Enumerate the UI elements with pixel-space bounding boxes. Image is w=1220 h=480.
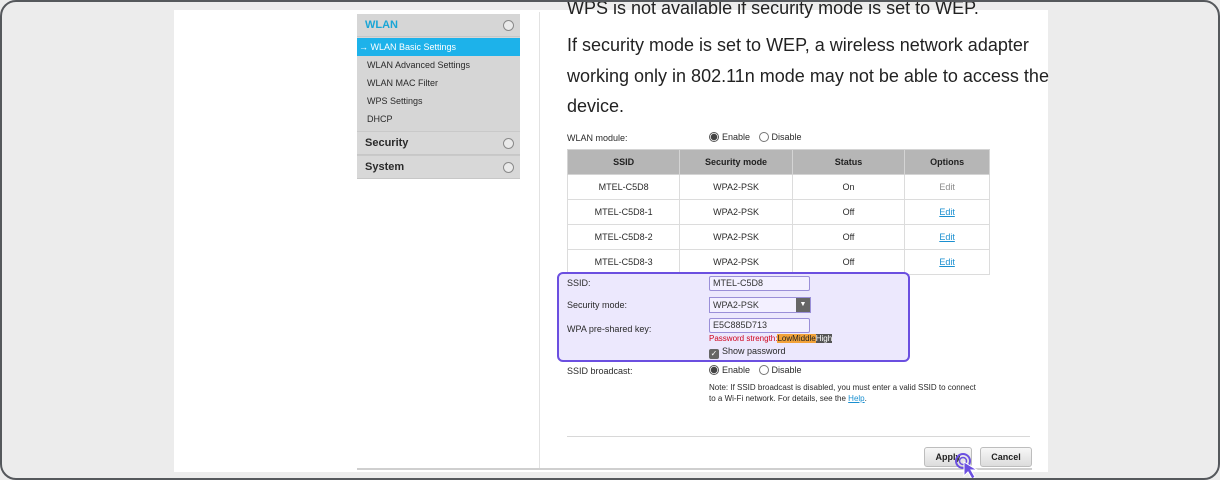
info-line-1: If security mode is set to WEP, a wirele… [567,35,1029,55]
security-mode-label: Security mode: [567,300,628,310]
info-line-3: device. [567,96,625,116]
security-mode-value: WPA2-PSK [713,300,759,310]
ssid-broadcast-enable-label: Enable [722,365,751,375]
table-row[interactable]: MTEL-C5D8-1 WPA2-PSK Off Edit [566,199,990,225]
sidebar-submenu: → WLAN Basic Settings WLAN Advanced Sett… [357,37,520,131]
password-strength-label: Password strength: [709,334,778,343]
checkbox-checked-icon[interactable]: ✓ [709,349,719,359]
wlan-module-label: WLAN module: [567,133,628,143]
ssid-label: SSID: [567,278,591,288]
wlan-module-disable-option[interactable]: Disable [758,132,802,142]
ssid-broadcast-disable-label: Disable [771,365,802,375]
wlan-module-radio-group: Enable Disable [709,132,808,142]
ssid-broadcast-note: Note: If SSID broadcast is disabled, you… [709,382,979,404]
sidebar-item-wlan-basic-settings[interactable]: → WLAN Basic Settings [357,38,520,56]
table-row[interactable]: MTEL-C5D8 WPA2-PSK On Edit [566,174,990,200]
expand-icon[interactable] [503,162,514,173]
cell-security-mode: WPA2-PSK [679,249,793,275]
cell-ssid: MTEL-C5D8-3 [566,249,681,275]
table-row[interactable]: MTEL-C5D8-3 WPA2-PSK Off Edit [566,249,990,275]
edit-link[interactable]: Edit [939,232,955,242]
edit-link[interactable]: Edit [939,207,955,217]
password-strength-meter: Password strength:LowMiddleHigh [709,334,833,343]
sidebar-section-system[interactable]: System [357,155,520,179]
sidebar-section-security-label: Security [365,137,409,149]
wlan-module-disable-label: Disable [771,132,802,142]
column-header-status: Status [791,149,906,175]
ssid-table: SSID Security mode Status Options MTEL-C… [566,149,990,275]
sidebar: WLAN → WLAN Basic Settings WLAN Advanced… [357,14,520,179]
note-text: Note: If SSID broadcast is disabled, you… [709,383,976,403]
cancel-button[interactable]: Cancel [980,447,1032,467]
edit-link[interactable]: Edit [939,257,955,267]
help-link[interactable]: Help [848,394,864,403]
sidebar-section-wlan-label: WLAN [365,19,398,31]
strength-low: Low [777,334,793,343]
sidebar-item-wlan-advanced-settings[interactable]: WLAN Advanced Settings [357,56,520,74]
radio-checked-icon[interactable] [709,132,719,142]
column-header-options: Options [904,149,990,175]
cell-ssid: MTEL-C5D8 [566,174,681,200]
wpa-key-label: WPA pre-shared key: [567,324,652,334]
radio-checked-icon[interactable] [709,365,719,375]
ssid-broadcast-label: SSID broadcast: [567,366,633,376]
info-line-cut: WPS is not available if security mode is… [567,0,979,18]
cell-status: On [791,174,906,200]
cell-status: Off [791,199,906,225]
radio-unchecked-icon[interactable] [758,365,769,375]
ssid-input[interactable]: MTEL-C5D8 [709,276,810,291]
bottom-divider [357,468,1032,470]
sidebar-divider [539,12,540,468]
strength-middle: Middle [792,334,816,343]
info-line-2: working only in 802.11n mode may not be … [567,66,1049,86]
ssid-broadcast-disable-option[interactable]: Disable [758,365,802,375]
sidebar-section-wlan[interactable]: WLAN [357,14,520,37]
ssid-broadcast-enable-option[interactable]: Enable [709,365,750,375]
screenshot-frame: WLAN → WLAN Basic Settings WLAN Advanced… [0,0,1220,480]
column-header-ssid: SSID [566,149,681,175]
cell-ssid: MTEL-C5D8-2 [566,224,681,250]
table-header-row: SSID Security mode Status Options [566,149,990,175]
edit-label-disabled: Edit [904,174,990,200]
sidebar-item-dhcp[interactable]: DHCP [357,110,520,128]
cell-options: Edit [904,249,990,275]
cell-options: Edit [904,224,990,250]
show-password-label: Show password [722,346,786,356]
dropdown-arrow-icon[interactable]: ▼ [796,298,810,312]
cell-security-mode: WPA2-PSK [679,224,793,250]
radio-unchecked-icon[interactable] [758,132,769,142]
collapse-icon[interactable] [503,20,514,31]
wlan-module-enable-option[interactable]: Enable [709,132,750,142]
sidebar-item-wps-settings[interactable]: WPS Settings [357,92,520,110]
strength-high: High [815,334,833,343]
note-end: . [864,394,867,403]
sidebar-section-security[interactable]: Security [357,131,520,155]
ssid-broadcast-radio-group: Enable Disable [709,365,808,375]
cell-status: Off [791,249,906,275]
cell-security-mode: WPA2-PSK [679,199,793,225]
cell-ssid: MTEL-C5D8-1 [566,199,681,225]
security-mode-select[interactable]: WPA2-PSK ▼ [709,297,811,313]
cell-options: Edit [904,199,990,225]
show-password-option[interactable]: ✓ Show password [709,346,786,359]
wpa-key-input[interactable]: E5C885D713 [709,318,810,333]
sidebar-item-wlan-mac-filter[interactable]: WLAN MAC Filter [357,74,520,92]
form-divider [567,436,1030,437]
click-cursor-icon [955,453,979,478]
cell-security-mode: WPA2-PSK [679,174,793,200]
wlan-module-enable-label: Enable [722,132,751,142]
table-row[interactable]: MTEL-C5D8-2 WPA2-PSK Off Edit [566,224,990,250]
cell-status: Off [791,224,906,250]
sidebar-section-system-label: System [365,161,405,173]
expand-icon[interactable] [503,138,514,149]
column-header-security-mode: Security mode [679,149,793,175]
